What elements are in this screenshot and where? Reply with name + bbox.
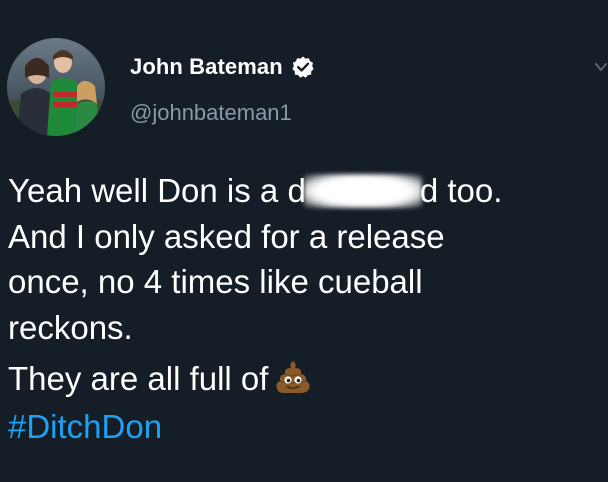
- redaction-blur: [303, 174, 422, 208]
- tweet-line-4: reckons.: [8, 308, 133, 346]
- tweet-line-1-end: d too.: [419, 172, 503, 209]
- tweet-line-5: They are all full of: [8, 356, 604, 402]
- author-name-row[interactable]: John Bateman: [130, 52, 315, 82]
- avatar[interactable]: [7, 38, 105, 136]
- tweet-card: John Bateman @johnbateman1 Yeah well Don…: [0, 0, 608, 482]
- poop-emoji-icon: [274, 358, 312, 396]
- tweet-text: Yeah well Don is a d d too. And I only as…: [8, 168, 604, 449]
- verified-badge-icon: [291, 55, 315, 79]
- display-name[interactable]: John Bateman: [130, 54, 283, 80]
- hashtag-link[interactable]: #DitchDon: [8, 404, 604, 450]
- tweet-line-3: once, no 4 times like cueball: [8, 263, 423, 300]
- author-handle[interactable]: @johnbateman1: [130, 100, 292, 126]
- tweet-line-1: Yeah well Don is a d d too.: [8, 168, 604, 214]
- avatar-photo: [7, 38, 105, 136]
- tweet-line-5-text: They are all full of: [8, 360, 269, 397]
- more-options-icon[interactable]: [594, 56, 608, 80]
- tweet-line-2: And I only asked for a release: [8, 217, 445, 255]
- tweet-line-1-start: Yeah well Don is a d: [8, 172, 306, 209]
